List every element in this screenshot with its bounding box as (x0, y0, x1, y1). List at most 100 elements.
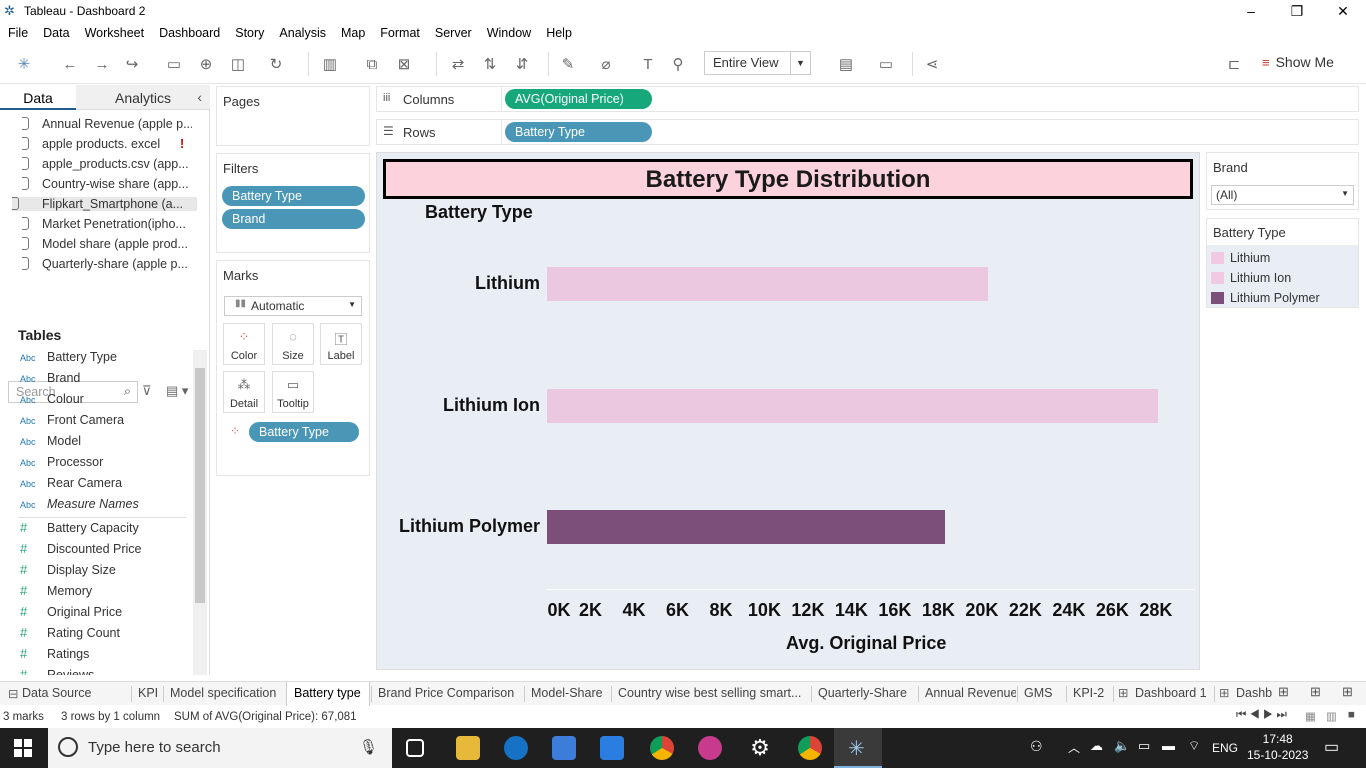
wps-icon[interactable] (698, 736, 722, 760)
onedrive-icon[interactable]: ☁ (1090, 738, 1103, 754)
sort-ascending-icon[interactable]: ⇅ (478, 52, 502, 76)
task-view-icon[interactable] (406, 739, 424, 757)
clock[interactable]: 17:48 15-10-2023 (1247, 731, 1308, 763)
pause-updates-icon[interactable]: ◫ (226, 52, 250, 76)
notifications-icon[interactable]: ▭ (1324, 737, 1339, 757)
sheet-tab[interactable]: Country wise best selling smart... (611, 682, 810, 706)
sheet-tab[interactable]: KPI (131, 682, 161, 706)
sheet-tab[interactable]: Brand Price Comparison (371, 682, 523, 706)
replay-icon[interactable]: ↪ (120, 52, 144, 76)
field-item[interactable]: Abc Processor (20, 455, 103, 469)
field-item[interactable]: # Ratings (20, 646, 89, 661)
windows-start-icon[interactable] (14, 739, 32, 757)
field-item[interactable]: # Display Size (20, 562, 116, 577)
menu-dashboard[interactable]: Dashboard (151, 22, 227, 40)
bar[interactable] (547, 267, 989, 301)
bar[interactable] (547, 389, 1159, 423)
sheet-tab[interactable]: Quarterly-Share (811, 682, 917, 706)
menu-analysis[interactable]: Analysis (271, 22, 333, 40)
legend-item[interactable]: Lithium Ion (1211, 271, 1291, 285)
pin-icon[interactable]: ⚲ (666, 52, 690, 76)
file-explorer-icon[interactable] (456, 736, 480, 760)
chrome-profile-icon[interactable] (798, 736, 822, 760)
store-icon[interactable] (552, 736, 576, 760)
sheet-nav-icon[interactable]: ⏮ ◀ ▶ ⏭ (1236, 709, 1287, 722)
columns-pill[interactable]: AVG(Original Price) (505, 89, 652, 109)
language-indicator[interactable]: ENG (1212, 741, 1238, 755)
brand-filter-dropdown[interactable]: (All) ▼ (1211, 185, 1354, 205)
sort-descending-icon[interactable]: ⇵ (510, 52, 534, 76)
show-cards-icon[interactable]: ▤ (834, 52, 858, 76)
menu-story[interactable]: Story (227, 22, 271, 40)
menu-file[interactable]: File (0, 22, 35, 40)
field-item[interactable]: Abc Model (20, 434, 81, 448)
menu-window[interactable]: Window (479, 22, 538, 40)
sheet-tab[interactable]: Model-Share (524, 682, 610, 706)
microphone-icon[interactable]: 🎙 (359, 738, 378, 756)
taskbar-search[interactable]: Type here to search 🎙 (48, 728, 392, 768)
menu-data[interactable]: Data (35, 22, 76, 40)
bar[interactable] (547, 510, 945, 544)
redo-icon[interactable]: → (90, 52, 114, 76)
close-button[interactable]: ✕ (1320, 0, 1366, 22)
sheet-tab[interactable]: ⊟ Data Source (0, 682, 130, 706)
new-dashboard-tab-icon[interactable]: ⊞ (1310, 684, 1321, 700)
field-item[interactable]: # Discounted Price (20, 541, 142, 556)
field-item[interactable]: Abc Measure Names (20, 497, 139, 511)
field-item[interactable]: # Original Price (20, 604, 122, 619)
chevron-up-icon[interactable]: ︿ (1068, 739, 1080, 756)
highlight-icon[interactable]: ✎ (556, 52, 580, 76)
new-datasource-icon[interactable]: ⊕ (194, 52, 218, 76)
collapse-icon[interactable]: ‹ (197, 89, 202, 105)
new-worksheet-icon[interactable]: ▥ (318, 52, 342, 76)
show-me-button[interactable]: ≡ Show Me (1262, 54, 1334, 70)
menu-worksheet[interactable]: Worksheet (77, 22, 152, 40)
tooltip-button[interactable]: ▭ Tooltip (272, 371, 314, 413)
undo-icon[interactable]: ← (58, 52, 82, 76)
scrollbar-thumb[interactable] (195, 368, 205, 603)
filter-pill-brand[interactable]: Brand (222, 209, 365, 229)
menu-server[interactable]: Server (427, 22, 479, 40)
sheet-tab[interactable]: GMS (1017, 682, 1065, 706)
wifi-icon[interactable]: ⌔ (1188, 738, 1200, 754)
marks-pill-battery-type[interactable]: Battery Type (249, 422, 359, 442)
display-icon[interactable]: ▬ (1162, 738, 1175, 753)
share-icon[interactable]: ⋖ (920, 52, 944, 76)
minimize-button[interactable]: – (1228, 0, 1274, 22)
sheet-tab[interactable]: Model specification (163, 682, 285, 706)
field-item[interactable]: Abc Front Camera (20, 413, 124, 427)
sheet-sorter-icon[interactable]: ▦ (1305, 709, 1316, 723)
group-icon[interactable]: ⌀ (594, 52, 618, 76)
labels-icon[interactable]: T (636, 52, 660, 76)
chrome-icon[interactable] (650, 736, 674, 760)
legend-item[interactable]: Lithium (1211, 251, 1270, 265)
legend-item[interactable]: Lithium Polymer (1211, 291, 1320, 305)
sheet-tab[interactable]: KPI-2 (1066, 682, 1112, 706)
menu-format[interactable]: Format (372, 22, 427, 40)
mail-icon[interactable] (600, 736, 624, 760)
field-item[interactable]: # Battery Capacity (20, 520, 139, 535)
new-worksheet-tab-icon[interactable]: ⊞ (1278, 684, 1289, 700)
sheet-tab[interactable]: ⊞ Dashb (1214, 682, 1274, 706)
duplicate-icon[interactable]: ⧉ (360, 52, 384, 76)
field-item[interactable]: Abc Colour (20, 392, 84, 406)
fit-dropdown[interactable]: Entire View ▼ (704, 51, 811, 75)
sheet-tab[interactable]: Battery type (286, 682, 370, 706)
menu-help[interactable]: Help (538, 22, 579, 40)
detail-button[interactable]: ⁂ Detail (223, 371, 265, 413)
battery-icon[interactable]: ▭ (1138, 738, 1150, 754)
settings-icon[interactable]: ⚙ (748, 736, 772, 760)
swap-icon[interactable]: ⇄ (446, 52, 470, 76)
clear-sheet-icon[interactable]: ⊠ (392, 52, 416, 76)
presentation-icon[interactable]: ▭ (874, 52, 898, 76)
filmstrip-icon[interactable]: ▥ (1326, 709, 1337, 723)
mark-type-dropdown[interactable]: ▮▮ Automatic ▼ (224, 296, 362, 316)
field-item[interactable]: # Reviews (20, 667, 94, 675)
label-button[interactable]: 🅃 Label (320, 323, 362, 365)
field-item[interactable]: Abc Battery Type (20, 350, 117, 364)
new-story-tab-icon[interactable]: ⊞ (1342, 684, 1353, 700)
field-item[interactable]: Abc Brand (20, 371, 80, 385)
save-icon[interactable]: ▭ (162, 52, 186, 76)
restore-button[interactable]: ❐ (1274, 0, 1320, 22)
rows-pill[interactable]: Battery Type (505, 122, 652, 142)
